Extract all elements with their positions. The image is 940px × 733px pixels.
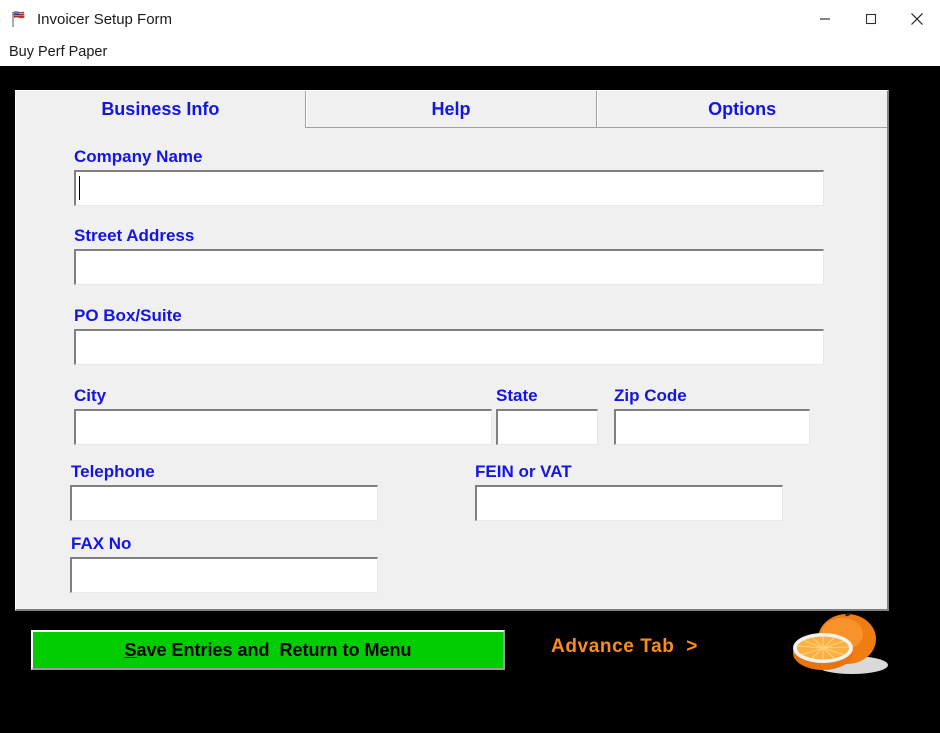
menubar: Buy Perf Paper bbox=[0, 38, 940, 66]
app-canvas: Business Info Help Options Company Name … bbox=[0, 66, 940, 733]
street-address-input[interactable] bbox=[74, 249, 824, 285]
save-button-accel: S bbox=[124, 639, 137, 660]
window-title: Invoicer Setup Form bbox=[37, 10, 173, 28]
tab-help[interactable]: Help bbox=[304, 91, 597, 128]
label-city: City bbox=[74, 386, 107, 405]
close-icon bbox=[911, 13, 923, 25]
label-telephone: Telephone bbox=[71, 462, 155, 481]
fein-or-vat-input[interactable] bbox=[475, 485, 783, 521]
tab-options[interactable]: Options bbox=[596, 91, 888, 128]
orange-fruit-image bbox=[790, 611, 892, 677]
fax-no-input[interactable] bbox=[70, 557, 378, 593]
minimize-icon bbox=[820, 18, 830, 20]
advance-tab-button[interactable]: Advance Tab > bbox=[551, 636, 698, 658]
company-name-input[interactable] bbox=[74, 170, 824, 206]
window-controls bbox=[802, 0, 940, 38]
city-input[interactable] bbox=[74, 409, 492, 445]
tabstrip: Business Info Help Options bbox=[16, 91, 888, 128]
minimize-button[interactable] bbox=[802, 0, 848, 38]
window-titlebar: Invoicer Setup Form bbox=[0, 0, 940, 38]
tab-content-business-info: Company Name Street Address PO Box/Suite… bbox=[16, 128, 887, 609]
zip-code-input[interactable] bbox=[614, 409, 810, 445]
maximize-icon bbox=[865, 13, 877, 25]
label-street-address: Street Address bbox=[74, 226, 195, 245]
tab-options-label: Options bbox=[708, 98, 777, 119]
label-zip-code: Zip Code bbox=[614, 386, 687, 405]
flag-icon bbox=[9, 8, 31, 30]
label-company-name: Company Name bbox=[74, 147, 203, 166]
save-entries-button[interactable]: Save Entries and Return to Menu bbox=[31, 630, 505, 670]
save-button-label: ave Entries and Return to Menu bbox=[136, 639, 412, 660]
tab-business-info-label: Business Info bbox=[101, 99, 220, 119]
telephone-input[interactable] bbox=[70, 485, 378, 521]
label-state: State bbox=[496, 386, 538, 405]
tab-help-label: Help bbox=[431, 98, 471, 119]
label-po-box-suite: PO Box/Suite bbox=[74, 306, 182, 325]
tab-business-info[interactable]: Business Info bbox=[16, 91, 305, 128]
label-fein-or-vat: FEIN or VAT bbox=[475, 462, 572, 481]
label-fax-no: FAX No bbox=[71, 534, 132, 553]
close-button[interactable] bbox=[894, 0, 940, 38]
state-input[interactable] bbox=[496, 409, 598, 445]
maximize-button[interactable] bbox=[848, 0, 894, 38]
menu-item-buy-perf-paper[interactable]: Buy Perf Paper bbox=[9, 44, 107, 60]
tab-panel: Business Info Help Options Company Name … bbox=[15, 90, 889, 611]
po-box-suite-input[interactable] bbox=[74, 329, 824, 365]
text-caret bbox=[79, 176, 80, 200]
